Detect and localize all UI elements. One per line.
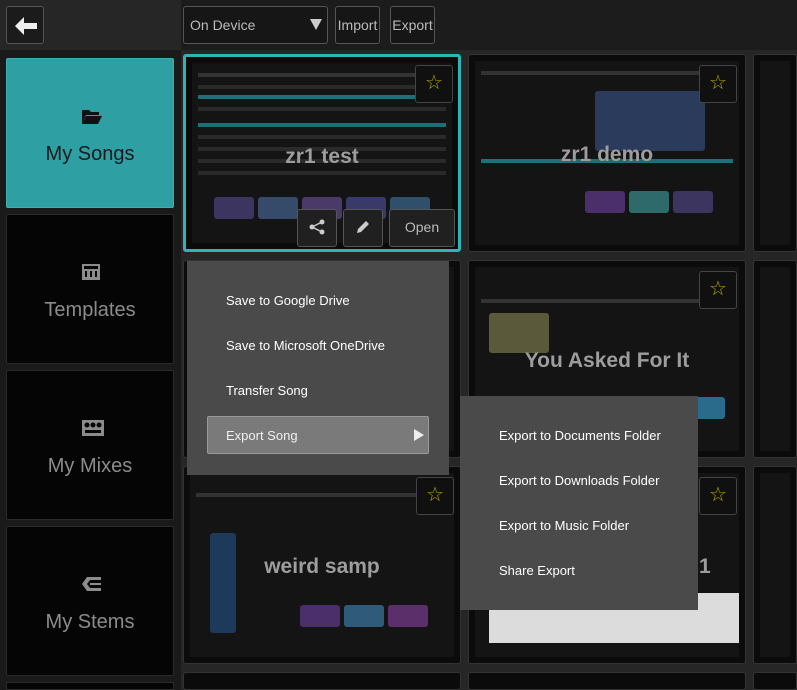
pencil-icon: [357, 221, 369, 233]
menu-item-save-google-drive[interactable]: Save to Google Drive: [226, 293, 350, 308]
menu-item-save-onedrive[interactable]: Save to Microsoft OneDrive: [226, 338, 385, 353]
edit-button[interactable]: [343, 209, 383, 247]
stems-icon: [82, 577, 101, 591]
song-card-partial[interactable]: [183, 672, 461, 690]
share-button[interactable]: [297, 209, 337, 247]
song-title: zr1 demo: [560, 143, 654, 166]
menu-item-export-documents[interactable]: Export to Documents Folder: [499, 428, 661, 443]
sidebar-item-label: Templates: [44, 299, 136, 321]
menu-item-share-export[interactable]: Share Export: [499, 563, 575, 578]
import-button[interactable]: Import: [335, 6, 380, 44]
song-card-weird-samp[interactable]: weird samp ☆: [183, 466, 461, 664]
open-button[interactable]: Open: [389, 209, 455, 247]
song-title: You Asked For It: [524, 349, 690, 372]
song-card-zr1-test[interactable]: zr1 test ☆ Open: [183, 54, 461, 252]
song-title: zr1 test: [285, 145, 359, 168]
song-thumbnail: [760, 473, 790, 657]
chevron-right-icon: [414, 429, 424, 441]
song-title: weird samp: [264, 555, 380, 578]
share-icon: [309, 219, 325, 235]
song-thumbnail: [760, 61, 790, 245]
song-card-zr1-demo[interactable]: zr1 demo ☆: [468, 54, 746, 252]
arrow-left-icon: [15, 17, 37, 35]
folder-open-icon: [82, 110, 102, 124]
star-icon[interactable]: ☆: [416, 477, 454, 515]
sidebar-item-label: My Stems: [45, 611, 135, 633]
star-icon[interactable]: ☆: [699, 477, 737, 515]
location-select[interactable]: On Device: [183, 6, 328, 44]
sidebar-item-my-mixes[interactable]: My Mixes: [6, 370, 174, 520]
export-button[interactable]: Export: [390, 6, 435, 44]
chevron-down-icon: [310, 19, 322, 30]
sidebar-item-my-stems[interactable]: My Stems: [6, 526, 174, 676]
star-icon[interactable]: ☆: [415, 65, 453, 103]
back-button[interactable]: [6, 6, 44, 44]
menu-item-transfer-song[interactable]: Transfer Song: [226, 383, 308, 398]
song-card-partial[interactable]: [753, 672, 797, 690]
song-thumbnail: [760, 267, 790, 451]
song-card-partial[interactable]: [753, 260, 797, 458]
menu-item-label: Export Song: [226, 428, 298, 443]
song-card-partial[interactable]: [468, 672, 746, 690]
mixer-icon: [82, 420, 104, 436]
song-card-partial[interactable]: [753, 54, 797, 252]
sidebar-item-partial[interactable]: [6, 682, 174, 690]
song-card-partial[interactable]: [753, 466, 797, 664]
menu-item-export-song[interactable]: Export Song: [207, 416, 429, 454]
star-icon[interactable]: ☆: [699, 271, 737, 309]
sidebar-item-label: My Mixes: [47, 455, 133, 477]
menu-item-export-downloads[interactable]: Export to Downloads Folder: [499, 473, 659, 488]
sidebar-item-templates[interactable]: Templates: [6, 214, 174, 364]
location-select-value: On Device: [190, 17, 256, 33]
sidebar-item-my-songs[interactable]: My Songs: [6, 58, 174, 208]
song-title: 1: [699, 555, 711, 578]
menu-item-export-music[interactable]: Export to Music Folder: [499, 518, 629, 533]
star-icon[interactable]: ☆: [699, 65, 737, 103]
keyboard-icon: [82, 264, 100, 280]
sidebar-item-label: My Songs: [45, 143, 135, 165]
